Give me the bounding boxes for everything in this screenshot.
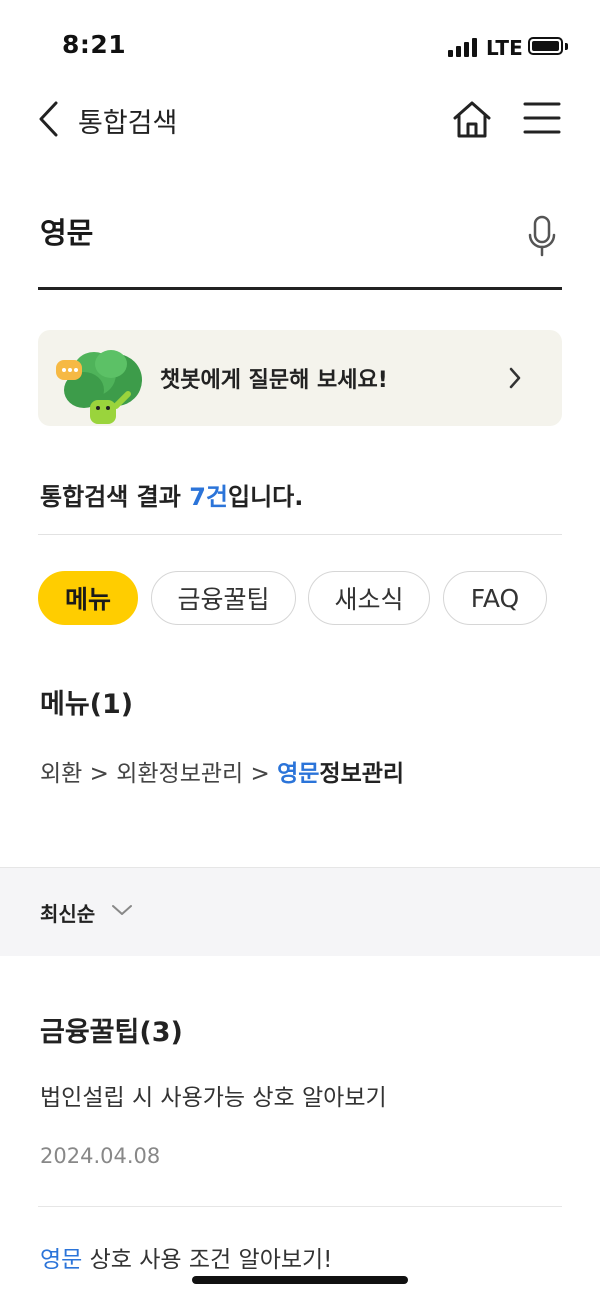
battery-icon	[528, 37, 563, 55]
hamburger-menu-icon[interactable]	[522, 100, 562, 136]
result-summary-suffix: 입니다.	[227, 483, 304, 511]
result-summary: 통합검색 결과 7건입니다.	[40, 477, 303, 512]
status-time: 8:21	[62, 30, 127, 59]
chevron-right-icon	[509, 367, 521, 389]
filter-chip-news[interactable]: 새소식	[308, 571, 430, 625]
search-input[interactable]	[40, 214, 500, 248]
divider	[38, 534, 562, 535]
microphone-icon[interactable]	[526, 214, 558, 258]
tip-item-title-rest: 상호 사용 조건 알아보기!	[82, 1247, 333, 1273]
chatbot-mascot-icon	[56, 350, 142, 424]
tip-item-title[interactable]: 영문 상호 사용 조건 알아보기!	[40, 1240, 332, 1274]
chevron-down-icon[interactable]	[110, 902, 134, 918]
filter-chip-menu[interactable]: 메뉴	[38, 571, 138, 625]
battery-cap	[565, 43, 568, 50]
home-indicator	[192, 1276, 408, 1284]
chatbot-banner-text: 챗봇에게 질문해 보세요!	[160, 368, 388, 393]
result-summary-prefix: 통합검색 결과	[40, 483, 190, 511]
filter-chip-finance-tips[interactable]: 금융꿀팁	[151, 571, 296, 625]
tip-item-title[interactable]: 법인설립 시 사용가능 상호 알아보기	[40, 1078, 387, 1112]
search-underline	[38, 287, 562, 290]
menu-section-title: 메뉴(1)	[40, 689, 134, 720]
menu-path-suffix: 정보관리	[319, 761, 405, 787]
tip-item-date: 2024.04.08	[40, 1144, 161, 1168]
signal-icon	[448, 38, 480, 57]
back-icon[interactable]	[36, 100, 62, 138]
network-label: LTE	[486, 36, 523, 60]
menu-path-highlight: 영문	[277, 761, 320, 787]
menu-path-prefix: 외환 > 외환정보관리 >	[40, 761, 278, 787]
filter-chip-faq[interactable]: FAQ	[443, 571, 547, 625]
divider	[38, 1206, 562, 1207]
result-count: 7건	[189, 483, 228, 511]
menu-result-link[interactable]: 외환 > 외환정보관리 > 영문정보관리	[40, 754, 404, 788]
sort-dropdown[interactable]: 최신순	[40, 898, 95, 927]
home-icon[interactable]	[450, 98, 494, 140]
tip-item-highlight: 영문	[40, 1247, 83, 1273]
page-title: 통합검색	[78, 108, 178, 139]
tips-section-title: 금융꿀팁(3)	[40, 1017, 183, 1048]
